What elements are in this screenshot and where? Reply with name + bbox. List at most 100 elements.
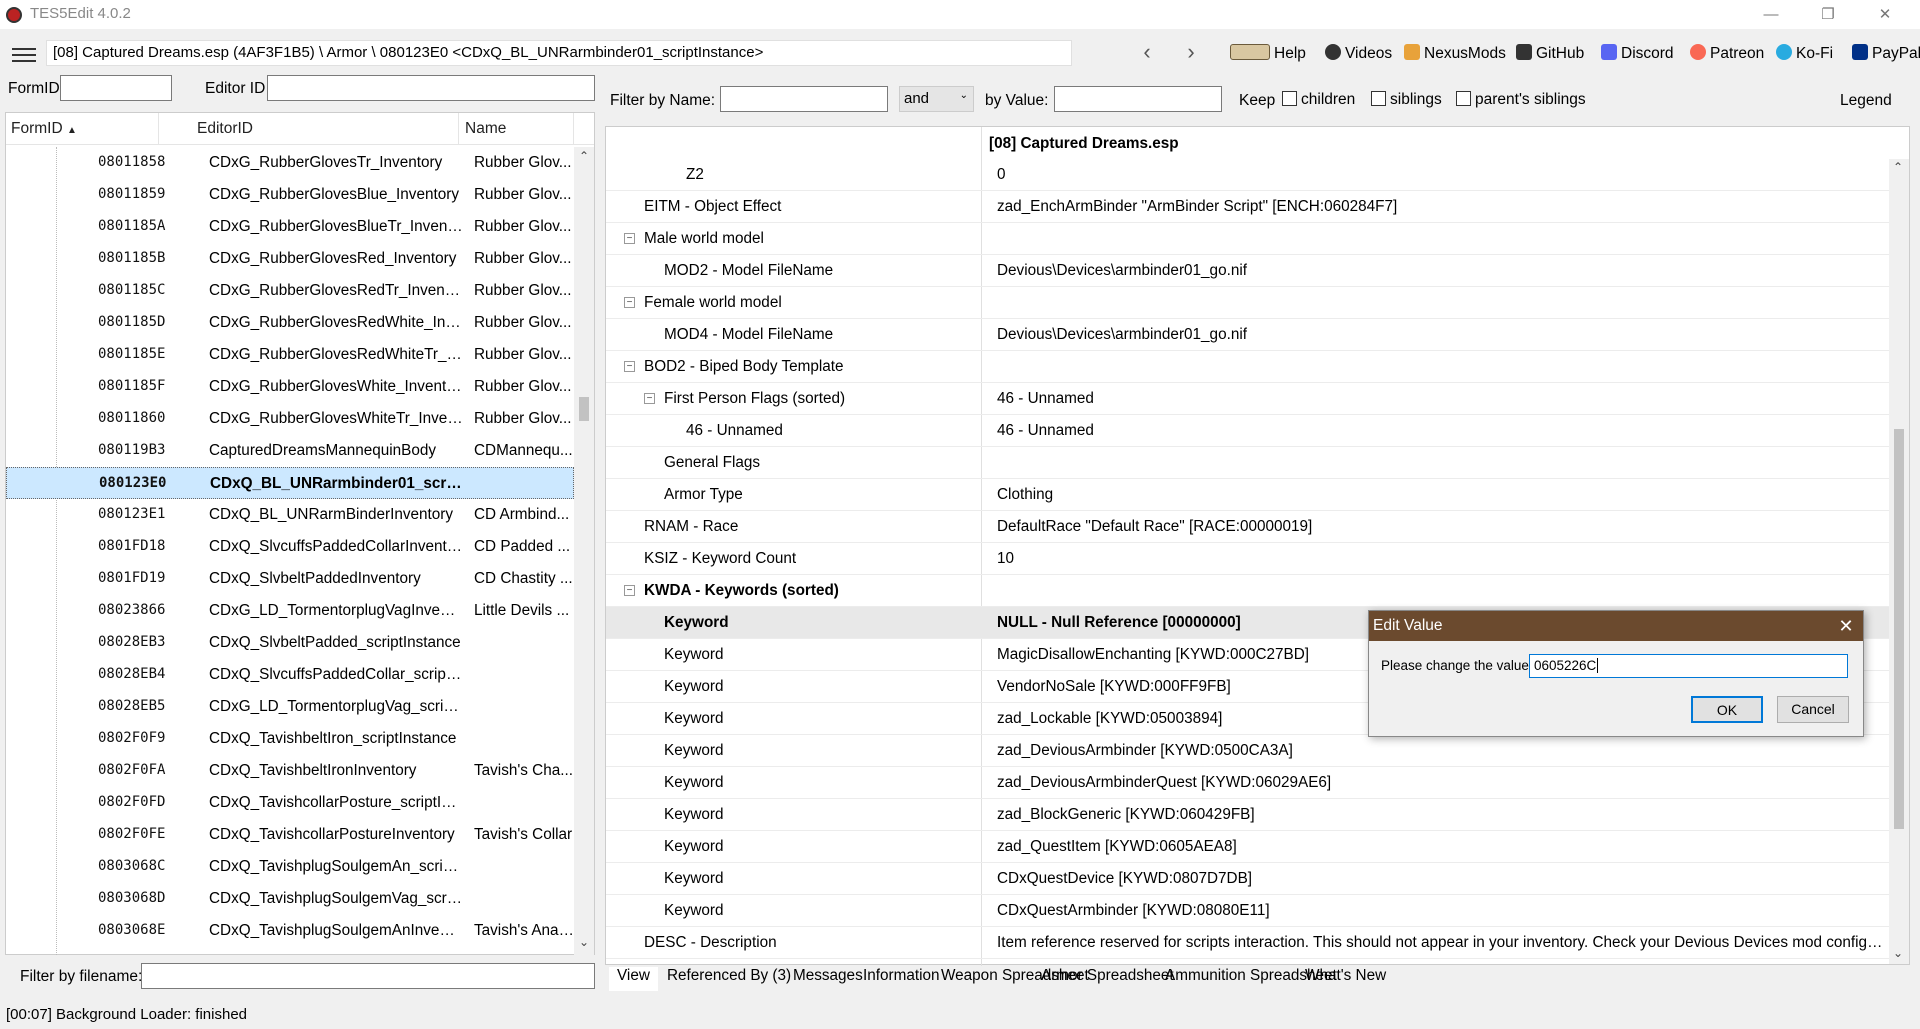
table-row[interactable]: 0802F0FD CDxQ_TavishcollarPosture_scriptI… bbox=[6, 787, 574, 819]
table-row[interactable]: 08011860 CDxG_RubberGlovesWhiteTr_Invent.… bbox=[6, 403, 574, 435]
table-row[interactable]: 080123E1 CDxQ_BL_UNRarmBinderInventory CD … bbox=[6, 499, 574, 531]
collapse-icon[interactable]: − bbox=[624, 233, 635, 244]
table-row[interactable]: 08028EB5 CDxG_LD_TormentorplugVag_scriptI… bbox=[6, 691, 574, 723]
field-row[interactable]: Keyword zad_QuestItem [KYWD:0605AEA8] bbox=[606, 831, 1889, 863]
tab-view[interactable]: View bbox=[609, 967, 658, 991]
paypal-link[interactable]: PayPal bbox=[1852, 44, 1920, 63]
legend-button[interactable]: Legend bbox=[1840, 92, 1892, 110]
filter-name-input[interactable] bbox=[720, 86, 888, 112]
field-list-scrollbar[interactable]: ⌃ ⌄ bbox=[1889, 159, 1909, 964]
help-link[interactable]: Help bbox=[1230, 44, 1306, 63]
scroll-up-icon[interactable]: ⌃ bbox=[1893, 160, 1903, 174]
collapse-icon[interactable]: − bbox=[644, 393, 655, 404]
collapse-icon[interactable]: − bbox=[624, 585, 635, 596]
field-row[interactable]: − KWDA - Keywords (sorted) bbox=[606, 575, 1889, 607]
table-row[interactable]: 0803068E CDxQ_TavishplugSoulgemAnInvent..… bbox=[6, 915, 574, 947]
formid-search-input[interactable] bbox=[60, 75, 172, 101]
menu-icon[interactable] bbox=[12, 48, 36, 62]
table-row[interactable]: 0801185C CDxG_RubberGlovesRedTr_Inventory… bbox=[6, 275, 574, 307]
tab-information[interactable]: Information bbox=[863, 967, 940, 985]
table-row[interactable]: 080123E0 CDxQ_BL_UNRarmbinder01_scriptIns… bbox=[6, 467, 574, 499]
field-row[interactable]: MOD4 - Model FileName Devious\Devices\arm… bbox=[606, 319, 1889, 351]
field-row[interactable]: − BOD2 - Biped Body Template bbox=[606, 351, 1889, 383]
table-row[interactable]: 0801FD18 CDxQ_SlvcuffsPaddedCollarInvento… bbox=[6, 531, 574, 563]
scroll-up-icon[interactable]: ⌃ bbox=[579, 149, 589, 163]
table-row[interactable]: 0802F0FE CDxQ_TavishcollarPostureInventor… bbox=[6, 819, 574, 851]
back-button[interactable]: ‹ bbox=[1132, 40, 1162, 66]
tab-referenced-by[interactable]: Referenced By (3) bbox=[667, 967, 791, 985]
close-window-button[interactable]: ✕ bbox=[1862, 0, 1908, 29]
record-list-scrollbar[interactable]: ⌃ ⌄ bbox=[574, 147, 594, 955]
field-row[interactable]: Keyword zad_BlockGeneric [KYWD:060429FB] bbox=[606, 799, 1889, 831]
kofi-link[interactable]: Ko-Fi bbox=[1776, 44, 1833, 63]
patreon-link[interactable]: Patreon bbox=[1690, 44, 1764, 63]
field-row[interactable]: Keyword zad_DeviousArmbinderQuest [KYWD:0… bbox=[606, 767, 1889, 799]
tab-armor-spreadsheet[interactable]: Armor Spreadsheet bbox=[1041, 967, 1174, 985]
discord-link[interactable]: Discord bbox=[1601, 44, 1674, 63]
col-name[interactable]: Name bbox=[465, 120, 506, 138]
table-row[interactable]: 0801185D CDxG_RubberGlovesRedWhite_Inve..… bbox=[6, 307, 574, 339]
field-row[interactable]: EITM - Object Effect zad_EnchArmBinder "A… bbox=[606, 191, 1889, 223]
videos-link[interactable]: Videos bbox=[1325, 44, 1392, 63]
table-row[interactable]: 08023866 CDxG_LD_TormentorplugVagInvent..… bbox=[6, 595, 574, 627]
keep-children-checkbox[interactable]: children bbox=[1282, 91, 1355, 109]
row-name: CD Padded ... bbox=[474, 538, 571, 555]
table-row[interactable]: 08028EB3 CDxQ_SlvbeltPadded_scriptInstanc… bbox=[6, 627, 574, 659]
field-row[interactable]: − Female world model bbox=[606, 287, 1889, 319]
record-path[interactable]: [08] Captured Dreams.esp (4AF3F1B5) \ Ar… bbox=[46, 40, 1072, 66]
nexusmods-link[interactable]: NexusMods bbox=[1404, 44, 1506, 63]
table-row[interactable]: 0802F0FA CDxQ_TavishbeltIronInventory Tavi… bbox=[6, 755, 574, 787]
col-editorid[interactable]: EditorID bbox=[197, 120, 253, 138]
dialog-close-icon[interactable]: ✕ bbox=[1829, 611, 1863, 641]
cancel-button[interactable]: Cancel bbox=[1777, 696, 1849, 723]
field-row[interactable]: − First Person Flags (sorted) 46 - Unnamed bbox=[606, 383, 1889, 415]
tab-what-s-new[interactable]: What's New bbox=[1305, 967, 1386, 985]
collapse-icon[interactable]: − bbox=[624, 297, 635, 308]
row-formid: 0801185B bbox=[98, 250, 166, 266]
field-row[interactable]: KSIZ - Keyword Count 10 bbox=[606, 543, 1889, 575]
restore-button[interactable]: ❐ bbox=[1805, 0, 1851, 29]
record-tree: FormID ▲ EditorID Name 08011858 CDxG_Rubb… bbox=[5, 112, 595, 955]
field-row[interactable]: General Flags bbox=[606, 447, 1889, 479]
table-row[interactable]: 08011859 CDxG_RubberGlovesBlue_Inventory R… bbox=[6, 179, 574, 211]
forward-button[interactable]: › bbox=[1176, 40, 1206, 66]
tab-messages[interactable]: Messages bbox=[793, 967, 863, 985]
table-row[interactable]: 0803068C CDxQ_TavishplugSoulgemAn_scriptI… bbox=[6, 851, 574, 883]
table-row[interactable]: 0801185A CDxG_RubberGlovesBlueTr_Inventor… bbox=[6, 211, 574, 243]
keep-parents-siblings-checkbox[interactable]: parent's siblings bbox=[1456, 91, 1586, 109]
keep-siblings-checkbox[interactable]: siblings bbox=[1371, 91, 1442, 109]
editorid-search-input[interactable] bbox=[267, 75, 595, 101]
table-row[interactable]: 08011858 CDxG_RubberGlovesTr_Inventory Rub… bbox=[6, 147, 574, 179]
dialog-value-input[interactable]: 0605226C bbox=[1529, 654, 1848, 678]
field-row[interactable]: Keyword CDxQuestDevice [KYWD:0807D7DB] bbox=[606, 863, 1889, 895]
table-row[interactable]: 0802F0F9 CDxQ_TavishbeltIron_scriptInstan… bbox=[6, 723, 574, 755]
table-row[interactable]: 0801185E CDxG_RubberGlovesRedWhiteTr_In..… bbox=[6, 339, 574, 371]
table-row[interactable]: 080119B3 CapturedDreamsMannequinBody CDMan… bbox=[6, 435, 574, 467]
github-link[interactable]: GitHub bbox=[1516, 44, 1584, 63]
field-row[interactable]: Z2 0 bbox=[606, 159, 1889, 191]
filter-operator-select[interactable]: and ⌄ bbox=[899, 86, 974, 112]
table-row[interactable]: 0801FD19 CDxQ_SlvbeltPaddedInventory CD Ch… bbox=[6, 563, 574, 595]
table-row[interactable]: 0801185F CDxG_RubberGlovesWhite_Inventory… bbox=[6, 371, 574, 403]
table-row[interactable]: 08028EB4 CDxQ_SlvcuffsPaddedCollar_script… bbox=[6, 659, 574, 691]
table-row[interactable]: 0801185B CDxG_RubberGlovesRed_Inventory Ru… bbox=[6, 243, 574, 275]
field-row[interactable]: RNAM - Race DefaultRace "Default Race" [R… bbox=[606, 511, 1889, 543]
scroll-thumb[interactable] bbox=[1894, 429, 1904, 829]
field-row[interactable]: − Male world model bbox=[606, 223, 1889, 255]
scroll-down-icon[interactable]: ⌄ bbox=[579, 935, 589, 949]
collapse-icon[interactable]: − bbox=[624, 361, 635, 372]
filename-filter-input[interactable] bbox=[141, 963, 595, 989]
field-row[interactable]: Armor Type Clothing bbox=[606, 479, 1889, 511]
table-row[interactable]: 0803068D CDxQ_TavishplugSoulgemVag_script… bbox=[6, 883, 574, 915]
scroll-down-icon[interactable]: ⌄ bbox=[1893, 946, 1903, 960]
filter-value-input[interactable] bbox=[1054, 86, 1222, 112]
field-row[interactable]: 46 - Unnamed 46 - Unnamed bbox=[606, 415, 1889, 447]
col-formid[interactable]: FormID ▲ bbox=[11, 120, 77, 138]
field-row[interactable]: DESC - Description Item reference reserve… bbox=[606, 927, 1889, 959]
minimize-button[interactable]: — bbox=[1748, 0, 1794, 29]
field-row[interactable]: Keyword CDxQuestArmbinder [KYWD:08080E11] bbox=[606, 895, 1889, 927]
field-row[interactable]: Keyword zad_DeviousArmbinder [KYWD:0500CA… bbox=[606, 735, 1889, 767]
ok-button[interactable]: OK bbox=[1691, 696, 1763, 723]
scroll-thumb[interactable] bbox=[579, 397, 589, 421]
field-row[interactable]: MOD2 - Model FileName Devious\Devices\arm… bbox=[606, 255, 1889, 287]
